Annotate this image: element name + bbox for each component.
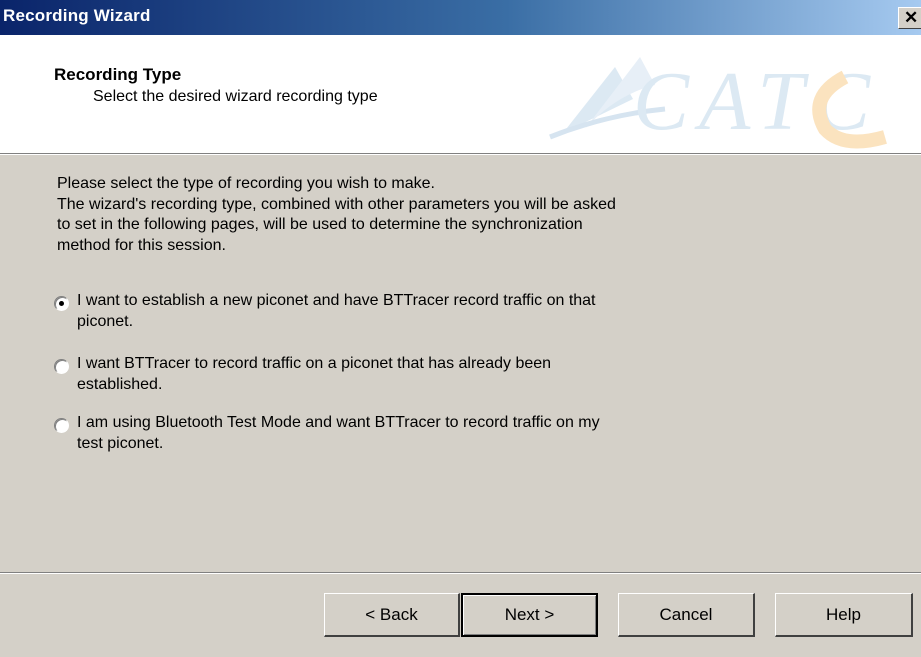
radio-selected-dot: [59, 301, 64, 306]
page-title: Recording Type: [54, 65, 182, 84]
page-subtitle: Select the desired wizard recording type: [93, 88, 378, 105]
intro-line: to set in the following pages, will be u…: [57, 216, 583, 233]
footer-separator-highlight: [0, 573, 921, 574]
option-label-line: I want BTTracer to record traffic on a p…: [77, 355, 552, 372]
help-button[interactable]: Help: [775, 593, 913, 637]
next-button[interactable]: Next >: [461, 593, 598, 637]
cancel-button[interactable]: Cancel: [618, 593, 755, 637]
option-label[interactable]: I want BTTracer to record traffic on a p…: [77, 354, 777, 395]
back-button[interactable]: < Back: [324, 593, 460, 637]
radio-existing-piconet[interactable]: [54, 359, 69, 374]
intro-line: method for this session.: [57, 236, 226, 254]
option-label[interactable]: I want to establish a new piconet and ha…: [77, 291, 777, 332]
radio-new-piconet[interactable]: [54, 296, 69, 311]
intro-line: The wizard's recording type, combined wi…: [57, 195, 616, 213]
radio-test-mode[interactable]: [54, 418, 69, 433]
catc-logo: CATC: [549, 55, 887, 149]
close-button[interactable]: ✕: [898, 7, 921, 29]
option-label-line: I want to establish a new piconet and ha…: [77, 292, 596, 309]
option-label-line: established.: [77, 375, 163, 393]
recording-wizard-window: Recording Wizard ✕ Recording Type Select…: [0, 0, 921, 657]
option-label-line: test piconet.: [77, 434, 164, 452]
intro-text: Please select the type of recording you …: [57, 174, 757, 256]
option-label[interactable]: I am using Bluetooth Test Mode and want …: [77, 413, 777, 454]
option-label-line: I am using Bluetooth Test Mode and want …: [77, 414, 600, 431]
intro-line: Please select the type of recording you …: [57, 175, 435, 192]
wizard-header: Recording Type Select the desired wizard…: [0, 35, 921, 153]
header-separator-highlight: [0, 154, 921, 155]
title-bar[interactable]: Recording Wizard ✕: [0, 0, 921, 35]
option-label-line: piconet.: [77, 312, 134, 330]
close-icon: ✕: [904, 8, 919, 27]
window-title: Recording Wizard: [3, 6, 151, 25]
